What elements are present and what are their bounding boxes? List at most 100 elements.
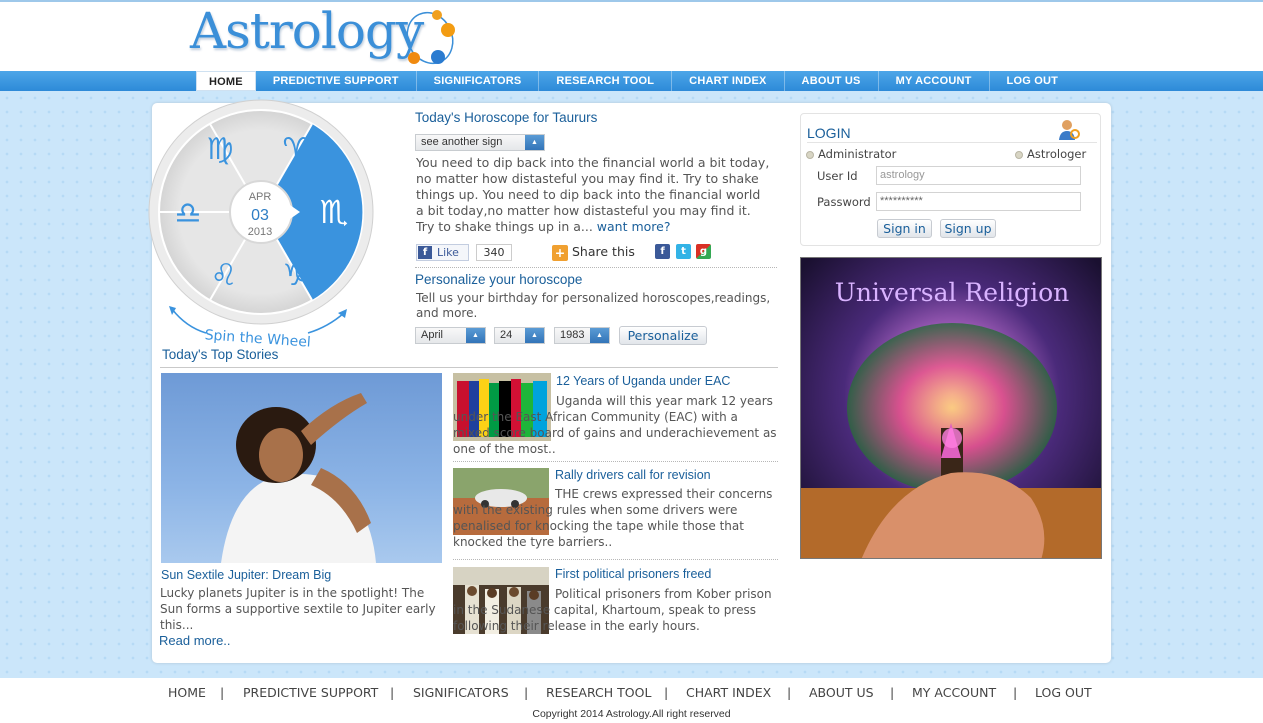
nav-log-out[interactable]: LOG OUT (990, 71, 1076, 91)
divider (160, 367, 778, 368)
user-id-label: User Id (817, 169, 858, 183)
twitter-share-icon[interactable]: t (676, 244, 691, 259)
logo-text: Astrology (190, 2, 424, 60)
share-label: Share this (572, 244, 635, 259)
story-body: Political prisoners from Kober prison in… (453, 587, 772, 633)
logo-planets-icon (406, 10, 455, 65)
sign-in-button[interactable]: Sign in (877, 219, 932, 238)
personalize-text: Tell us your birthday for personalized h… (416, 291, 771, 320)
like-label: Like (437, 246, 459, 259)
wheel-month: APR (249, 191, 272, 203)
user-id-input[interactable]: astrology (876, 166, 1081, 185)
header: Astrology (0, 2, 1263, 71)
sign-up-button[interactable]: Sign up (940, 219, 996, 238)
logo[interactable]: Astrology (190, 2, 460, 68)
birth-year-value: 1983 (560, 329, 585, 341)
nav-about-us[interactable]: ABOUT US (785, 71, 879, 91)
birth-month-select[interactable]: April ▲ (415, 327, 486, 344)
like-count: 340 (476, 244, 512, 261)
story-body: THE crews expressed their concerns with … (453, 487, 773, 549)
divider (807, 142, 1097, 143)
virgo-icon[interactable]: ♍ (207, 132, 234, 167)
libra-icon[interactable]: ♎ (175, 196, 202, 231)
main-nav: HOME PREDICTIVE SUPPORT SIGNIFICATORS RE… (0, 71, 1263, 91)
footer-chart-index[interactable]: CHART INDEX (686, 685, 771, 700)
facebook-like-button[interactable]: f Like (416, 244, 469, 261)
personalize-button[interactable]: Personalize (619, 326, 707, 345)
chevron-updown-icon: ▲ (525, 135, 544, 150)
wheel-day: 03 (251, 207, 269, 224)
story-headline-uganda[interactable]: 12 Years of Uganda under EAC (556, 374, 730, 388)
feature-story-headline[interactable]: Sun Sextile Jupiter: Dream Big (161, 568, 331, 582)
nav-predictive-support[interactable]: PREDICTIVE SUPPORT (256, 71, 417, 91)
want-more-link[interactable]: want more? (597, 219, 671, 234)
birth-month-value: April (421, 329, 444, 341)
ad-title: Universal Religion (835, 278, 1069, 307)
footer-separator: | (390, 685, 395, 700)
footer-predictive-support[interactable]: PREDICTIVE SUPPORT (243, 685, 378, 700)
story-headline-prisoners[interactable]: First political prisoners freed (555, 567, 711, 581)
divider (453, 559, 778, 560)
radio-icon (806, 150, 814, 159)
nav-chart-index[interactable]: CHART INDEX (672, 71, 785, 91)
story-headline-rally[interactable]: Rally drivers call for revision (555, 468, 711, 482)
nav-home[interactable]: HOME (196, 71, 256, 91)
chevron-updown-icon: ▲ (466, 328, 485, 343)
nav-my-account[interactable]: MY ACCOUNT (879, 71, 990, 91)
leo-icon[interactable]: ♌ (211, 258, 238, 293)
role-astro-label: Astrologer (1027, 147, 1087, 161)
role-administrator-radio[interactable]: Administrator (806, 147, 896, 161)
radio-icon (1015, 150, 1023, 159)
footer-my-account[interactable]: MY ACCOUNT (912, 685, 996, 700)
nav-research-tool[interactable]: RESEARCH TOOL (539, 71, 673, 91)
login-title: LOGIN (807, 125, 851, 141)
capricorn-icon[interactable]: ♑ (283, 258, 310, 293)
read-more-link[interactable]: Read more.. (159, 633, 231, 648)
footer-separator: | (524, 685, 529, 700)
footer-separator: | (664, 685, 669, 700)
footer-research-tool[interactable]: RESEARCH TOOL (546, 685, 651, 700)
zodiac-wheel[interactable]: ♍ ♈ ♎ ♏ ♌ ♑ APR 03 2013 (148, 99, 374, 325)
birth-year-select[interactable]: 1983 ▲ (554, 327, 610, 344)
plus-icon: + (552, 244, 568, 261)
copyright: Copyright 2014 Astrology.All right reser… (532, 708, 731, 720)
chevron-updown-icon: ▲ (590, 328, 609, 343)
google-share-icon[interactable]: g (696, 244, 711, 259)
horoscope-text: You need to dip back into the financial … (416, 155, 771, 235)
chevron-updown-icon: ▲ (525, 328, 544, 343)
aries-icon[interactable]: ♈ (283, 132, 310, 167)
facebook-share-icon[interactable]: f (655, 244, 670, 259)
birth-day-value: 24 (500, 329, 513, 341)
feature-story-image[interactable] (161, 373, 442, 563)
scorpio-icon[interactable]: ♏ (320, 193, 349, 231)
password-input[interactable]: ********** (876, 192, 1081, 211)
footer-separator: | (890, 685, 895, 700)
footer-log-out[interactable]: LOG OUT (1035, 685, 1092, 700)
password-label: Password (817, 195, 871, 209)
facebook-icon: f (418, 246, 432, 259)
footer-separator: | (787, 685, 792, 700)
footer-significators[interactable]: SIGNIFICATORS (413, 685, 509, 700)
story-body: Uganda will this year mark 12 years unde… (453, 394, 777, 456)
sign-select[interactable]: see another sign ▲ (415, 134, 545, 151)
divider (415, 267, 777, 268)
feature-story-text: Lucky planets Jupiter is in the spotligh… (160, 586, 436, 632)
footer-about-us[interactable]: ABOUT US (809, 685, 874, 700)
nav-significators[interactable]: SIGNIFICATORS (417, 71, 540, 91)
horoscope-title: Today's Horoscope for Taururs (415, 110, 598, 125)
horoscope-body: You need to dip back into the financial … (416, 155, 770, 234)
universal-religion-banner[interactable]: Universal Religion (800, 257, 1102, 559)
role-astrologer-radio[interactable]: Astrologer (1015, 147, 1086, 161)
spin-the-wheel-button[interactable]: Spin the Wheel (166, 305, 351, 350)
footer-separator: | (1013, 685, 1018, 700)
share-button[interactable]: + Share this (552, 244, 635, 261)
story-text-rally: THE crews expressed their concerns with … (453, 486, 778, 550)
story-text-prisoners: Political prisoners from Kober prison in… (453, 586, 778, 634)
wheel-year: 2013 (248, 226, 272, 238)
divider (453, 461, 778, 462)
footer-home[interactable]: HOME (168, 685, 206, 700)
birth-day-select[interactable]: 24 ▲ (494, 327, 545, 344)
top-stories-title: Today's Top Stories (162, 347, 279, 362)
role-admin-label: Administrator (818, 147, 897, 161)
footer-separator: | (220, 685, 225, 700)
